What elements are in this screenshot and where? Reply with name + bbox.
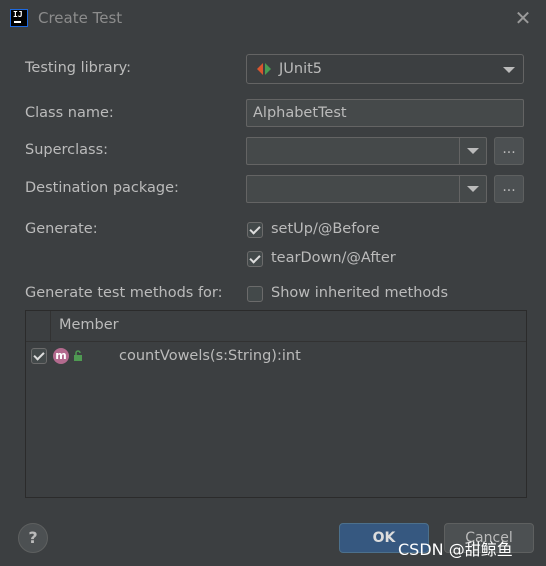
member-checkbox[interactable] [31, 348, 47, 364]
show-inherited-label: Show inherited methods [271, 285, 449, 301]
class-name-value: AlphabetTest [253, 105, 347, 121]
member-signature: countVowels(s:String):int [119, 348, 301, 364]
superclass-browse-button[interactable]: ... [494, 137, 524, 165]
testing-library-label: Testing library: [25, 60, 132, 76]
superclass-dropdown-button[interactable] [459, 138, 487, 164]
superclass-combo[interactable] [246, 137, 487, 165]
unlocked-icon [74, 350, 82, 361]
testing-library-value: JUnit5 [279, 61, 323, 77]
chevron-down-icon [467, 186, 479, 192]
class-name-input[interactable]: AlphabetTest [246, 99, 524, 127]
teardown-after-label: tearDown/@After [271, 250, 396, 266]
setup-before-label: setUp/@Before [271, 221, 380, 237]
destination-package-dropdown-button[interactable] [459, 176, 487, 202]
destination-package-combo[interactable] [246, 175, 487, 203]
column-divider [50, 311, 51, 341]
help-button[interactable]: ? [18, 523, 48, 553]
members-table[interactable]: Member m countVowels(s:String):int [25, 310, 527, 498]
chevron-down-icon [503, 67, 515, 73]
destination-package-label: Destination package: [25, 180, 179, 196]
class-name-label: Class name: [25, 105, 114, 121]
title-bar: IJ Create Test ✕ [0, 0, 546, 36]
setup-before-checkbox[interactable] [247, 222, 263, 238]
close-icon[interactable]: ✕ [512, 7, 534, 29]
generate-methods-for-label: Generate test methods for: [25, 285, 223, 301]
table-header: Member [26, 311, 526, 342]
destination-package-browse-button[interactable]: ... [494, 175, 524, 203]
testing-library-dropdown[interactable]: JUnit5 [246, 54, 524, 84]
teardown-after-checkbox[interactable] [247, 251, 263, 267]
table-row[interactable]: m countVowels(s:String):int [26, 343, 526, 371]
method-icon: m [53, 348, 69, 364]
chevron-down-icon [467, 148, 479, 154]
watermark: CSDN @甜鲸鱼 [398, 540, 513, 559]
superclass-label: Superclass: [25, 142, 109, 158]
member-column-header[interactable]: Member [59, 317, 119, 333]
junit-icon [257, 63, 271, 75]
show-inherited-checkbox[interactable] [247, 286, 263, 302]
dialog-title: Create Test [38, 9, 123, 27]
generate-label: Generate: [25, 221, 98, 237]
intellij-app-icon: IJ [10, 9, 28, 27]
